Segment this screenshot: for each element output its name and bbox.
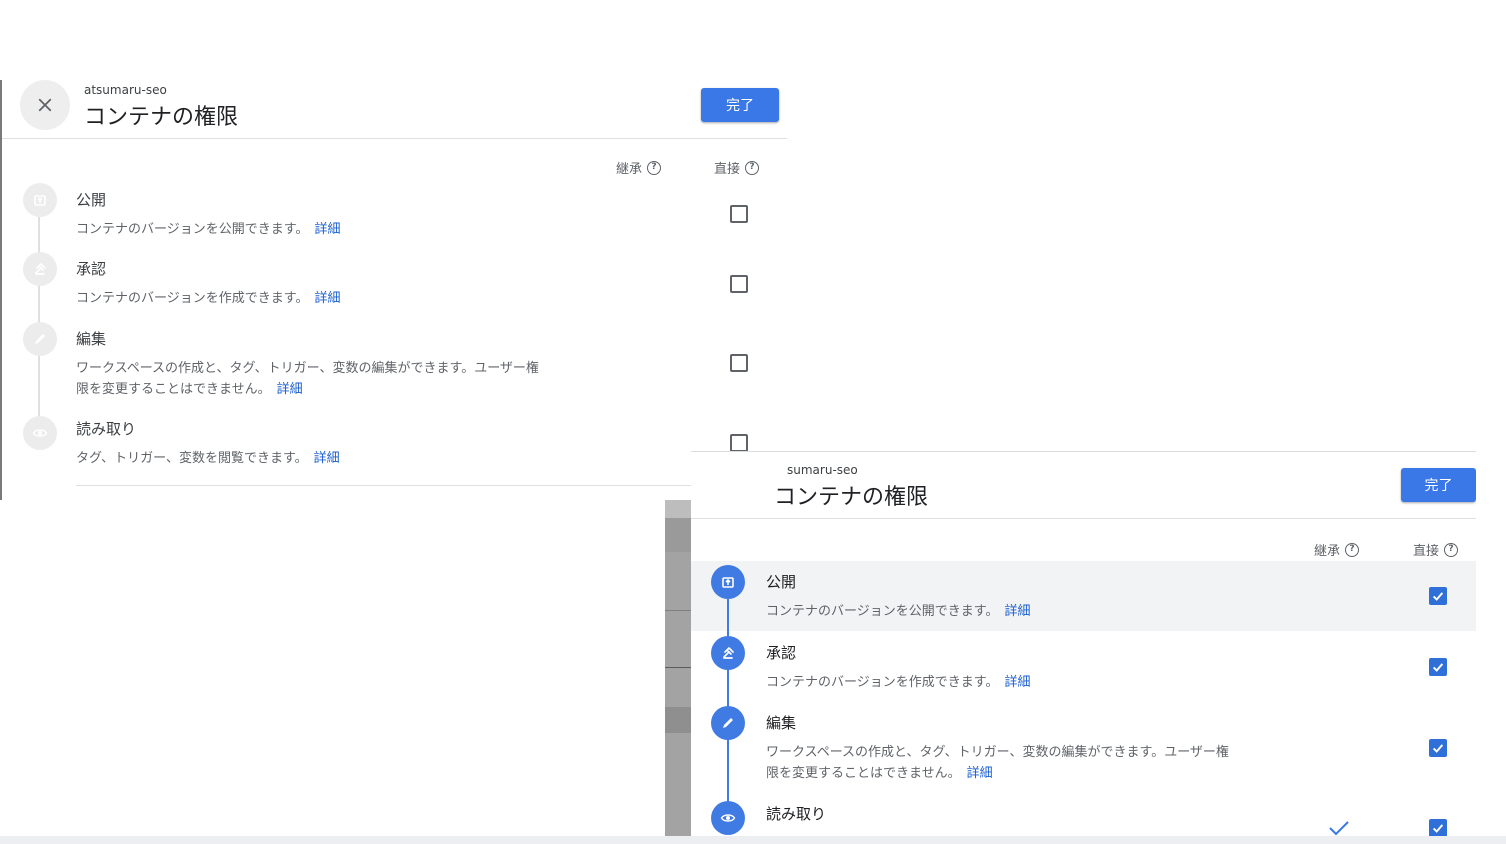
role-rail	[38, 200, 40, 432]
page-title: コンテナの権限	[774, 485, 929, 510]
gavel-icon	[23, 252, 57, 286]
role-name-publish: 公開	[766, 573, 797, 591]
bottom-edge	[0, 836, 1506, 844]
container-permissions-panel-after: sumaru-seo コンテナの権限 完了 継承 ? 直接 ? 公開 コンテナの…	[691, 451, 1476, 837]
account-name: sumaru-seo	[787, 463, 858, 477]
direct-checkbox-publish[interactable]	[730, 205, 748, 223]
role-name-read: 読み取り	[766, 805, 827, 823]
direct-checkbox-publish[interactable]	[1429, 587, 1447, 605]
role-name-edit: 編集	[76, 330, 107, 348]
role-desc-publish: コンテナのバージョンを公開できます。 詳細	[766, 604, 1031, 619]
checkmark-icon	[1432, 663, 1444, 672]
details-link[interactable]: 詳細	[967, 766, 993, 781]
header-divider	[691, 518, 1476, 519]
role-name-approve: 承認	[76, 260, 107, 278]
details-link[interactable]: 詳細	[314, 291, 340, 306]
role-desc-edit: ワークスペースの作成と、タグ、トリガー、変数の編集ができます。ユーザー権 限を変…	[76, 361, 539, 397]
role-desc-publish: コンテナのバージョンを公開できます。 詳細	[76, 222, 341, 237]
checkmark-icon	[1432, 824, 1444, 833]
column-header-inherited: 継承 ?	[616, 158, 662, 177]
page-title: コンテナの権限	[84, 105, 239, 130]
close-button[interactable]	[20, 80, 70, 130]
details-link[interactable]: 詳細	[277, 382, 303, 397]
direct-checkbox-approve[interactable]	[730, 275, 748, 293]
eye-icon	[711, 801, 745, 835]
direct-checkbox-edit[interactable]	[1429, 739, 1447, 757]
help-icon[interactable]: ?	[1345, 542, 1360, 557]
details-link[interactable]: 詳細	[1004, 604, 1030, 619]
details-link[interactable]: 詳細	[314, 451, 340, 466]
direct-checkbox-edit[interactable]	[730, 354, 748, 372]
eye-icon	[23, 416, 57, 450]
publish-icon	[23, 183, 57, 217]
container-permissions-panel-before: atsumaru-seo コンテナの権限 完了 継承 ? 直接 ? 公開 コンテ…	[0, 80, 787, 500]
gavel-icon	[711, 636, 745, 670]
help-icon[interactable]: ?	[1444, 542, 1459, 557]
role-desc-approve: コンテナのバージョンを作成できます。 詳細	[76, 291, 341, 306]
pencil-icon	[23, 322, 57, 356]
direct-checkbox-read[interactable]	[730, 434, 748, 452]
role-desc-edit: ワークスペースの作成と、タグ、トリガー、変数の編集ができます。ユーザー権 限を変…	[766, 745, 1229, 781]
role-name-edit: 編集	[766, 714, 797, 732]
done-button[interactable]: 完了	[701, 88, 779, 122]
close-icon	[38, 98, 52, 112]
header-divider	[2, 138, 787, 139]
direct-checkbox-approve[interactable]	[1429, 658, 1447, 676]
pencil-icon	[711, 706, 745, 740]
details-link[interactable]: 詳細	[1004, 675, 1030, 690]
checkmark-icon	[1432, 592, 1444, 601]
column-header-direct: 直接 ?	[714, 158, 760, 177]
role-name-read: 読み取り	[76, 420, 137, 438]
role-desc-approve: コンテナのバージョンを作成できます。 詳細	[766, 675, 1031, 690]
direct-checkbox-read[interactable]	[1429, 819, 1447, 837]
help-icon[interactable]: ?	[647, 160, 662, 175]
column-header-direct: 直接 ?	[1413, 540, 1459, 559]
role-name-publish: 公開	[76, 191, 107, 209]
done-button[interactable]: 完了	[1401, 468, 1476, 502]
screenshot-composite: atsumaru-seo コンテナの権限 完了 継承 ? 直接 ? 公開 コンテ…	[0, 0, 1506, 844]
column-header-inherited: 継承 ?	[1314, 540, 1360, 559]
scrollbar-track[interactable]	[665, 500, 691, 837]
publish-icon	[711, 565, 745, 599]
help-icon[interactable]: ?	[745, 160, 760, 175]
role-name-approve: 承認	[766, 644, 797, 662]
account-name: atsumaru-seo	[84, 83, 167, 97]
role-desc-read: タグ、トリガー、変数を閲覧できます。 詳細	[76, 451, 340, 466]
checkmark-icon	[1432, 744, 1444, 753]
details-link[interactable]: 詳細	[314, 222, 340, 237]
list-end-divider	[76, 485, 787, 486]
inherited-checkmark-icon	[1329, 821, 1349, 836]
